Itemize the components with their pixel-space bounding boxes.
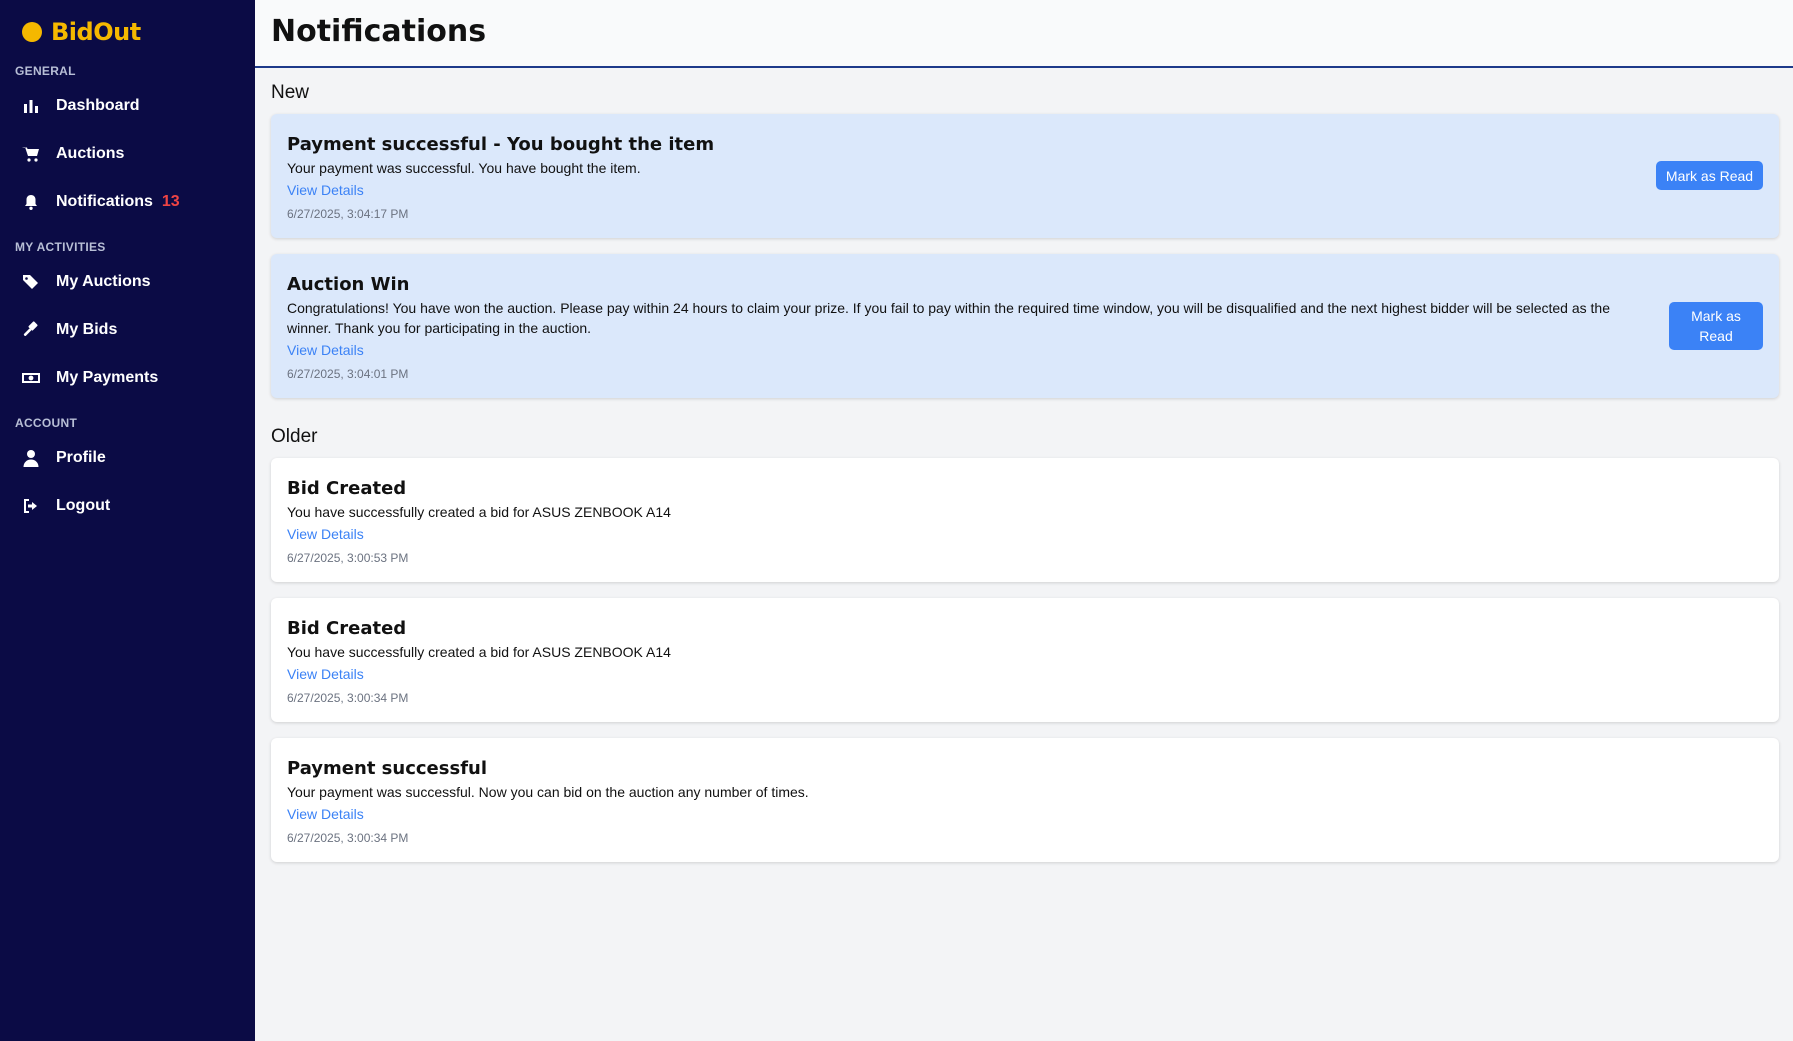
notification-count-badge: 13	[161, 193, 180, 210]
notification-message: Your payment was successful. Now you can…	[287, 784, 809, 800]
notification-card: Bid Created You have successfully create…	[271, 458, 1779, 582]
view-details-link[interactable]: View Details	[287, 342, 364, 358]
sidebar-item-auctions[interactable]: Auctions	[22, 139, 124, 169]
sidebar-item-label: My Bids	[56, 321, 118, 338]
notification-message: You have successfully created a bid for …	[287, 504, 671, 520]
sidebar-item-label: Logout	[56, 497, 111, 514]
logout-icon	[22, 497, 40, 515]
cart-icon	[22, 145, 40, 163]
sidebar-item-notifications[interactable]: Notifications 13	[22, 187, 180, 217]
brand-name: BidOut	[51, 18, 141, 46]
bar-chart-icon	[22, 97, 40, 115]
notification-card: Payment successful Your payment was succ…	[271, 738, 1779, 862]
view-details-link[interactable]: View Details	[287, 806, 364, 822]
brand-name-part1: Bid	[51, 18, 94, 46]
notification-card-unread: Payment successful - You bought the item…	[271, 114, 1779, 238]
notification-timestamp: 6/27/2025, 3:04:17 PM	[287, 207, 409, 221]
sidebar-item-logout[interactable]: Logout	[22, 491, 110, 521]
sidebar-item-label: My Payments	[56, 369, 159, 386]
notification-title: Auction Win	[287, 274, 410, 295]
mark-as-read-button[interactable]: Mark as Read	[1656, 161, 1763, 190]
notification-card: Bid Created You have successfully create…	[271, 598, 1779, 722]
mark-as-read-button[interactable]: Mark as Read	[1669, 302, 1763, 350]
sidebar-item-profile[interactable]: Profile	[22, 443, 106, 473]
page-title: Notifications	[271, 14, 487, 49]
bell-icon	[22, 193, 40, 211]
notification-title: Bid Created	[287, 618, 407, 639]
notification-title: Payment successful	[287, 758, 488, 779]
sidebar-item-dashboard[interactable]: Dashboard	[22, 91, 140, 121]
notification-message: Congratulations! You have won the auctio…	[287, 300, 1610, 336]
sidebar-item-label: Notifications	[56, 193, 153, 210]
notification-timestamp: 6/27/2025, 3:04:01 PM	[287, 367, 409, 381]
sidebar-item-label: Profile	[56, 449, 106, 466]
sidebar-item-label: My Auctions	[56, 273, 151, 290]
money-icon	[22, 369, 40, 387]
notification-card-unread: Auction Win Congratulations! You have wo…	[271, 254, 1779, 398]
sidebar-item-my-auctions[interactable]: My Auctions	[22, 267, 151, 297]
sidebar-item-my-payments[interactable]: My Payments	[22, 363, 158, 393]
group-title-older: Older	[271, 426, 318, 447]
gavel-icon	[22, 321, 40, 339]
sidebar-item-label: Dashboard	[56, 97, 140, 114]
view-details-link[interactable]: View Details	[287, 526, 364, 542]
sidebar-item-label: Auctions	[56, 145, 125, 162]
notification-message: You have successfully created a bid for …	[287, 644, 671, 660]
sidebar: BidOut GENERAL Dashboard Auctions Notifi…	[0, 0, 255, 1041]
brand-name-part2: Out	[93, 18, 141, 46]
section-label-account: ACCOUNT	[15, 416, 78, 430]
brand-logo[interactable]: BidOut	[22, 17, 141, 47]
section-label-my-activities: MY ACTIVITIES	[15, 240, 106, 254]
notification-timestamp: 6/27/2025, 3:00:34 PM	[287, 691, 409, 705]
page-header: Notifications	[255, 0, 1793, 68]
logo-dot-icon	[22, 22, 42, 42]
view-details-link[interactable]: View Details	[287, 666, 364, 682]
notification-message: Your payment was successful. You have bo…	[287, 160, 641, 176]
group-title-new: New	[271, 82, 310, 103]
notification-timestamp: 6/27/2025, 3:00:53 PM	[287, 551, 409, 565]
section-label-general: GENERAL	[15, 64, 76, 78]
sidebar-item-my-bids[interactable]: My Bids	[22, 315, 117, 345]
notification-title: Payment successful - You bought the item	[287, 134, 715, 155]
notification-title: Bid Created	[287, 478, 407, 499]
notification-timestamp: 6/27/2025, 3:00:34 PM	[287, 831, 409, 845]
user-icon	[22, 449, 40, 467]
view-details-link[interactable]: View Details	[287, 182, 364, 198]
tags-icon	[22, 273, 40, 291]
